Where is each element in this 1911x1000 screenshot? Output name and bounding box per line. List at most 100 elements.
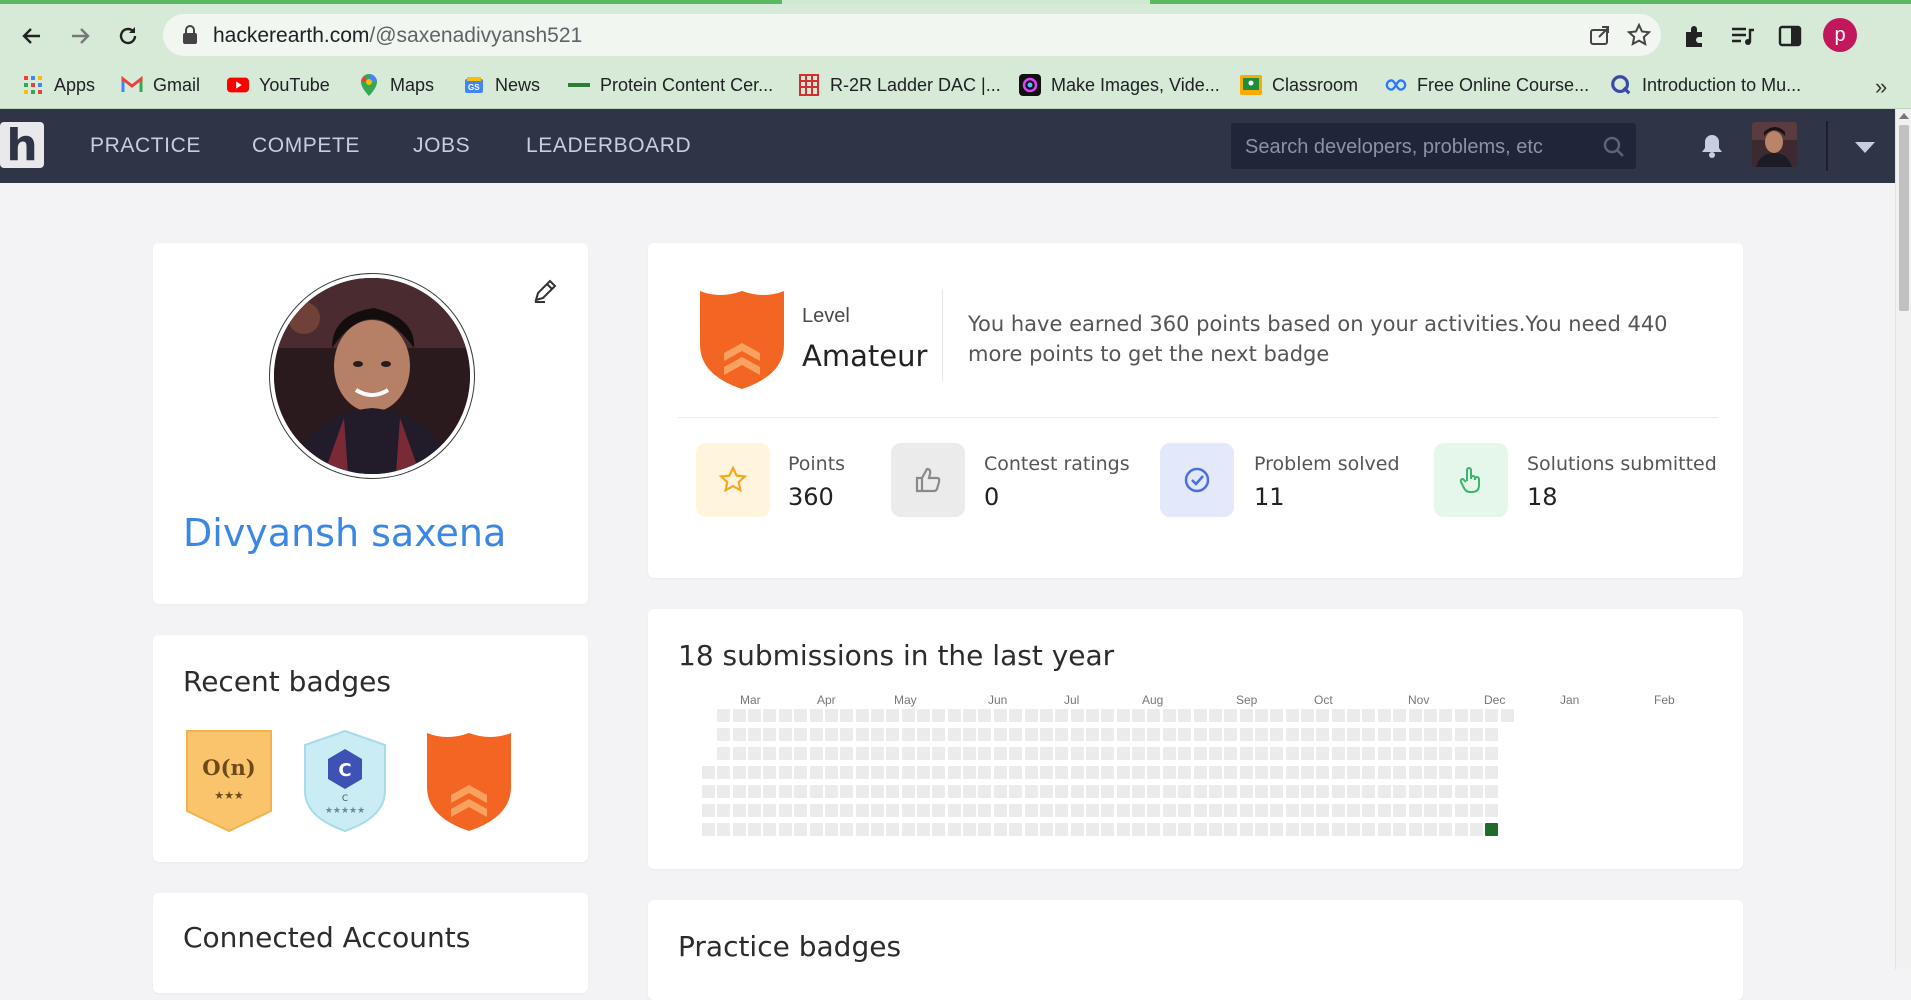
heatmap-day-cell[interactable] [1485, 766, 1499, 779]
heatmap-day-cell[interactable] [1239, 747, 1253, 760]
heatmap-day-cell[interactable] [1208, 709, 1222, 722]
heatmap-day-cell[interactable] [1331, 785, 1345, 798]
heatmap-day-cell[interactable] [1470, 709, 1483, 722]
heatmap-day-cell[interactable] [1101, 804, 1115, 817]
heatmap-day-cell[interactable] [1331, 804, 1345, 817]
heatmap-day-cell[interactable] [1408, 785, 1422, 798]
heatmap-day-cell[interactable] [1393, 709, 1407, 722]
heatmap-day-cell[interactable] [1116, 804, 1130, 817]
heatmap-day-cell[interactable] [1408, 766, 1422, 779]
heatmap-day-cell[interactable] [993, 823, 1007, 836]
heatmap-day-cell[interactable] [1024, 804, 1038, 817]
heatmap-day-cell[interactable] [717, 709, 731, 722]
nav-compete[interactable]: COMPETE [252, 134, 360, 158]
heatmap-day-cell[interactable] [993, 785, 1007, 798]
heatmap-day-cell[interactable] [886, 823, 900, 836]
heatmap-day-cell[interactable] [1454, 804, 1468, 817]
heatmap-day-cell[interactable] [1086, 804, 1099, 817]
heatmap-day-cell[interactable] [748, 823, 762, 836]
heatmap-day-cell[interactable] [1193, 785, 1207, 798]
back-arrow-icon[interactable] [14, 18, 50, 54]
heatmap-day-cell[interactable] [978, 728, 992, 741]
heatmap-day-cell[interactable] [1009, 823, 1023, 836]
heatmap-day-cell[interactable] [993, 766, 1007, 779]
heatmap-day-cell[interactable] [840, 823, 854, 836]
heatmap-day-cell[interactable] [1500, 709, 1514, 722]
heatmap-day-cell[interactable] [947, 766, 961, 779]
heatmap-day-cell[interactable] [1208, 823, 1222, 836]
heatmap-day-cell[interactable] [1454, 766, 1468, 779]
heatmap-day-cell[interactable] [1009, 804, 1023, 817]
bookmark-maps[interactable]: Maps [358, 70, 434, 100]
heatmap-day-cell[interactable] [1362, 823, 1376, 836]
heatmap-day-cell[interactable] [1285, 823, 1299, 836]
heatmap-day-cell[interactable] [1039, 766, 1053, 779]
heatmap-day-cell[interactable] [840, 804, 854, 817]
heatmap-day-cell[interactable] [1147, 709, 1161, 722]
heatmap-day-cell[interactable] [1254, 766, 1268, 779]
heatmap-day-cell[interactable] [901, 766, 915, 779]
heatmap-day-cell[interactable] [947, 785, 961, 798]
heatmap-day-cell[interactable] [1070, 804, 1084, 817]
heatmap-day-cell[interactable] [1039, 804, 1053, 817]
heatmap-day-cell[interactable] [1208, 728, 1222, 741]
heatmap-day-cell[interactable] [1086, 766, 1099, 779]
heatmap-day-cell[interactable] [1055, 823, 1069, 836]
heatmap-day-cell[interactable] [1362, 804, 1376, 817]
heatmap-day-cell[interactable] [855, 823, 869, 836]
heatmap-day-cell[interactable] [1285, 709, 1299, 722]
heatmap-day-cell[interactable] [901, 823, 915, 836]
heatmap-day-cell[interactable] [1162, 747, 1176, 760]
chevron-down-icon[interactable] [1855, 142, 1875, 153]
heatmap-day-cell[interactable] [1055, 766, 1069, 779]
heatmap-day-cell[interactable] [993, 747, 1007, 760]
heatmap-day-cell[interactable] [1408, 709, 1422, 722]
heatmap-day-cell[interactable] [1162, 823, 1176, 836]
bookmark-r2r-ladder[interactable]: R-2R Ladder DAC |... [798, 70, 1001, 100]
heatmap-day-cell[interactable] [1470, 785, 1483, 798]
page-scrollbar[interactable] [1895, 109, 1911, 969]
heatmap-day-cell[interactable] [1485, 709, 1499, 722]
heatmap-day-cell[interactable] [1116, 728, 1130, 741]
heatmap-day-cell[interactable] [1270, 747, 1284, 760]
heatmap-day-cell[interactable] [1285, 766, 1299, 779]
heatmap-day-cell[interactable] [963, 785, 977, 798]
heatmap-day-cell[interactable] [1070, 747, 1084, 760]
heatmap-day-cell[interactable] [855, 728, 869, 741]
heatmap-day-cell[interactable] [1178, 785, 1192, 798]
heatmap-day-cell[interactable] [932, 747, 946, 760]
heatmap-day-cell[interactable] [1316, 766, 1330, 779]
heatmap-day-cell[interactable] [824, 747, 838, 760]
heatmap-day-cell[interactable] [1070, 728, 1084, 741]
heatmap-day-cell[interactable] [978, 747, 992, 760]
bookmark-protein[interactable]: Protein Content Cer... [568, 70, 773, 100]
heatmap-day-cell[interactable] [886, 766, 900, 779]
scrollbar-thumb[interactable] [1899, 125, 1909, 311]
heatmap-day-cell[interactable] [1347, 785, 1361, 798]
heatmap-day-cell[interactable] [1178, 766, 1192, 779]
heatmap-day-cell[interactable] [1439, 804, 1453, 817]
heatmap-day-cell[interactable] [1423, 728, 1437, 741]
heatmap-day-cell[interactable] [809, 804, 823, 817]
heatmap-day-cell[interactable] [1301, 747, 1315, 760]
heatmap-day-cell[interactable] [1239, 804, 1253, 817]
heatmap-day-cell[interactable] [1347, 766, 1361, 779]
heatmap-day-cell[interactable] [1178, 804, 1192, 817]
heatmap-day-cell[interactable] [1316, 785, 1330, 798]
heatmap-day-cell[interactable] [1423, 747, 1437, 760]
heatmap-day-cell[interactable] [1408, 823, 1422, 836]
amateur-badge[interactable] [421, 729, 517, 833]
heatmap-day-cell[interactable] [917, 747, 931, 760]
heatmap-day-cell[interactable] [1454, 785, 1468, 798]
heatmap-day-cell[interactable] [1132, 728, 1146, 741]
heatmap-day-cell[interactable] [993, 728, 1007, 741]
heatmap-day-cell[interactable] [917, 709, 931, 722]
heatmap-day-cell[interactable] [1439, 709, 1453, 722]
heatmap-day-cell[interactable] [1086, 823, 1099, 836]
heatmap-day-cell[interactable] [947, 728, 961, 741]
heatmap-day-cell[interactable] [870, 728, 884, 741]
bookmark-make-images[interactable]: Make Images, Vide... [1019, 70, 1220, 100]
heatmap-day-cell[interactable] [917, 823, 931, 836]
heatmap-day-cell[interactable] [1208, 785, 1222, 798]
heatmap-day-cell[interactable] [1408, 747, 1422, 760]
